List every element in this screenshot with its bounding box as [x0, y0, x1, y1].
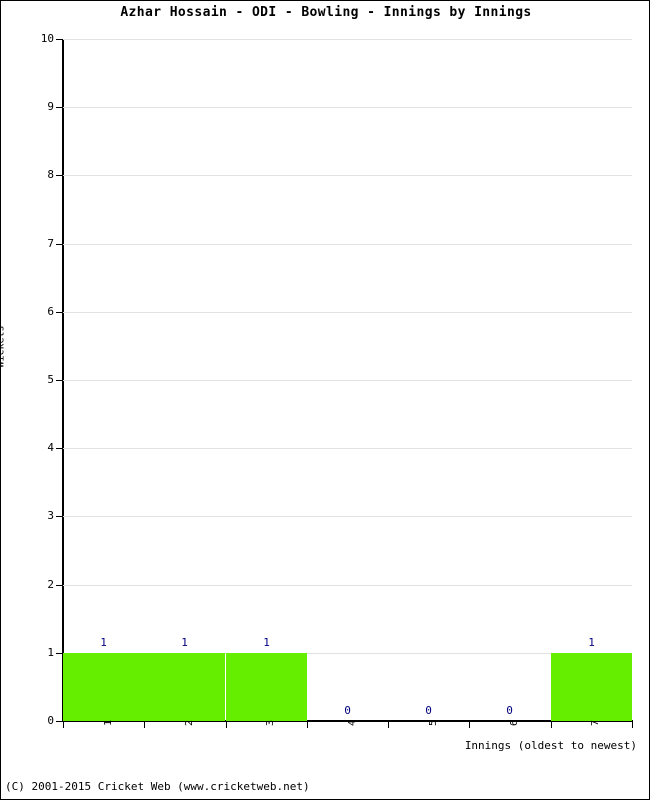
y-axis-tick-label: 2: [1, 579, 54, 590]
y-axis-tick-label: 3: [1, 510, 54, 521]
y-axis-tick: [56, 448, 63, 449]
y-axis-tick-label: 0: [1, 715, 54, 726]
y-axis-tick-label-text: 5: [47, 373, 54, 386]
y-axis-tick-label: 9: [1, 101, 54, 112]
y-axis-tick: [56, 721, 63, 722]
y-axis-tick-label: 5: [1, 374, 54, 385]
x-axis-tick: [632, 722, 633, 728]
x-axis-tick-label: 4: [347, 719, 358, 727]
gridline: [63, 107, 632, 108]
y-axis-tick: [56, 39, 63, 40]
y-axis-tick: [56, 653, 63, 654]
y-axis-tick-label-text: 3: [47, 509, 54, 522]
y-axis-tick-label: 7: [1, 238, 54, 249]
x-axis-tick: [226, 722, 227, 728]
y-axis-tick-label-text: 9: [47, 100, 54, 113]
y-axis-tick-label-text: 2: [47, 578, 54, 591]
gridline: [63, 516, 632, 517]
x-axis-tick: [551, 722, 552, 728]
y-axis-tick-label: 6: [1, 306, 54, 317]
chart-title: Azhar Hossain - ODI - Bowling - Innings …: [120, 5, 532, 20]
x-axis-tick: [144, 722, 145, 728]
gridline: [63, 448, 632, 449]
y-axis-tick: [56, 107, 63, 108]
y-axis-tick-label-text: 4: [47, 441, 54, 454]
y-axis-tick-label-text: 6: [47, 305, 54, 318]
y-axis-tick: [56, 244, 63, 245]
x-axis-tick: [307, 722, 308, 728]
x-axis-tick: [63, 722, 64, 728]
plot-area: 1110001: [63, 39, 632, 721]
gridline: [63, 244, 632, 245]
y-axis-tick-label-text: 8: [47, 168, 54, 181]
y-axis-tick-label-text: 7: [47, 237, 54, 250]
y-axis-tick: [56, 516, 63, 517]
y-axis-tick-label-text: 1: [47, 646, 54, 659]
x-axis-tick: [388, 722, 389, 728]
y-axis-tick-label: 1: [1, 647, 54, 658]
gridline: [63, 380, 632, 381]
gridline: [63, 39, 632, 40]
y-axis-tick-label: 8: [1, 169, 54, 180]
copyright-footer: (C) 2001-2015 Cricket Web (www.cricketwe…: [5, 780, 310, 793]
x-axis-tick-label: 1: [103, 719, 114, 727]
gridline: [63, 312, 632, 313]
y-axis-tick-label: 10: [1, 33, 54, 44]
y-axis-tick: [56, 312, 63, 313]
x-axis-tick-label: 3: [265, 719, 276, 727]
bar-value-label: 1: [181, 636, 188, 649]
y-axis-tick-label-text: 0: [47, 714, 54, 727]
y-axis-tick: [56, 380, 63, 381]
bar-value-label: 1: [263, 636, 270, 649]
y-axis-tick-label: 4: [1, 442, 54, 453]
bar-value-label: 1: [588, 636, 595, 649]
bar-value-label: 1: [100, 636, 107, 649]
x-axis-tick-label: 2: [184, 719, 195, 727]
x-axis-tick-label: 7: [590, 719, 601, 727]
y-axis-title: Wickets: [0, 325, 7, 368]
y-axis-tick-label-text: 10: [40, 32, 54, 45]
x-axis-tick: [469, 722, 470, 728]
chart-container: Azhar Hossain - ODI - Bowling - Innings …: [0, 0, 650, 800]
y-axis-tick: [56, 175, 63, 176]
x-axis-tick-label: 6: [509, 719, 520, 727]
gridline: [63, 585, 632, 586]
y-axis-tick: [56, 585, 63, 586]
x-axis-title: Innings (oldest to newest): [464, 739, 637, 752]
x-axis-tick-label: 5: [428, 719, 439, 727]
gridline: [63, 175, 632, 176]
